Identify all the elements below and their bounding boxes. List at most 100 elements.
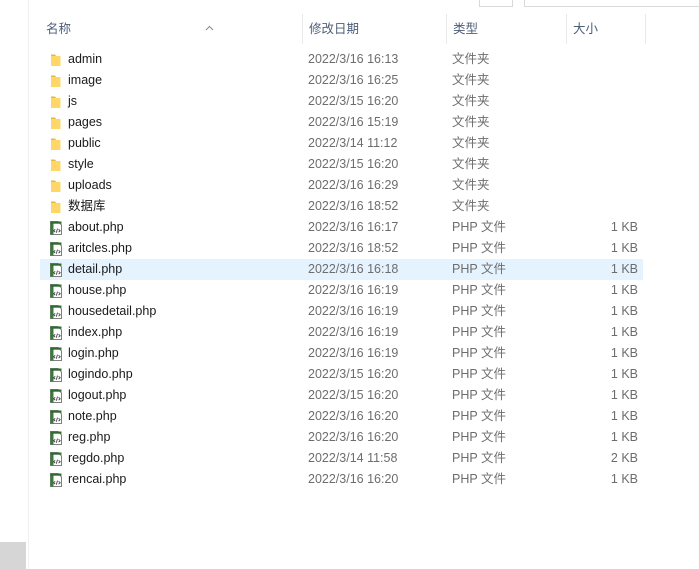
file-row[interactable]: public 2022/3/14 11:12 文件夹 [40, 133, 643, 154]
file-name: image [68, 73, 103, 87]
file-modified-date: 2022/3/16 16:19 [308, 325, 399, 339]
php-file-icon [48, 451, 64, 467]
file-row[interactable]: uploads 2022/3/16 16:29 文件夹 [40, 175, 643, 196]
file-size: 2 KB [610, 451, 638, 465]
folder-icon [48, 199, 64, 215]
file-modified-date: 2022/3/16 16:13 [308, 52, 399, 66]
file-row[interactable]: logindo.php 2022/3/15 16:20 PHP 文件 1 KB [40, 364, 643, 385]
folder-icon [48, 94, 64, 110]
file-row[interactable]: logout.php 2022/3/15 16:20 PHP 文件 1 KB [40, 385, 643, 406]
file-row[interactable]: rencai.php 2022/3/16 16:20 PHP 文件 1 KB [40, 469, 643, 490]
file-name: index.php [68, 325, 123, 339]
file-modified-date: 2022/3/16 15:19 [308, 115, 399, 129]
file-modified-date: 2022/3/16 16:19 [308, 304, 399, 318]
file-row[interactable]: image 2022/3/16 16:25 文件夹 [40, 70, 643, 91]
file-name: logout.php [68, 388, 127, 402]
file-modified-date: 2022/3/16 16:19 [308, 346, 399, 360]
file-type: 文件夹 [452, 52, 490, 66]
sort-up-icon [205, 25, 214, 31]
file-type: PHP 文件 [452, 325, 506, 339]
php-file-icon [48, 220, 64, 236]
file-size: 1 KB [610, 472, 638, 486]
file-modified-date: 2022/3/14 11:12 [308, 136, 398, 150]
file-row[interactable]: reg.php 2022/3/16 16:20 PHP 文件 1 KB [40, 427, 643, 448]
folder-icon [48, 178, 64, 194]
folder-icon [48, 157, 64, 173]
php-file-icon [48, 304, 64, 320]
file-size: 1 KB [610, 262, 638, 276]
file-row[interactable]: aritcles.php 2022/3/16 18:52 PHP 文件 1 KB [40, 238, 643, 259]
column-header-date[interactable]: 修改日期 [302, 14, 446, 44]
file-modified-date: 2022/3/16 16:20 [308, 472, 399, 486]
file-name: pages [68, 115, 103, 129]
file-name: aritcles.php [68, 241, 132, 255]
file-name: admin [68, 52, 103, 66]
file-row[interactable]: note.php 2022/3/16 16:20 PHP 文件 1 KB [40, 406, 643, 427]
file-modified-date: 2022/3/16 16:25 [308, 73, 399, 87]
file-type: PHP 文件 [452, 304, 506, 318]
file-name: reg.php [68, 430, 111, 444]
file-size: 1 KB [610, 304, 638, 318]
file-name: house.php [68, 283, 127, 297]
navigation-pane [0, 0, 29, 569]
file-name: js [68, 94, 78, 108]
column-header-date-label: 修改日期 [309, 22, 360, 36]
file-modified-date: 2022/3/16 18:52 [308, 241, 399, 255]
toolbar-button-partial[interactable] [479, 0, 513, 7]
file-row[interactable]: style 2022/3/15 16:20 文件夹 [40, 154, 643, 175]
file-size: 1 KB [610, 325, 638, 339]
file-name: logindo.php [68, 367, 133, 381]
file-modified-date: 2022/3/16 16:19 [308, 283, 399, 297]
file-size: 1 KB [610, 367, 638, 381]
file-row[interactable]: index.php 2022/3/16 16:19 PHP 文件 1 KB [40, 322, 643, 343]
column-header-name-label: 名称 [46, 22, 72, 36]
file-row[interactable]: pages 2022/3/16 15:19 文件夹 [40, 112, 643, 133]
file-row[interactable]: detail.php 2022/3/16 16:18 PHP 文件 1 KB [40, 259, 643, 280]
file-row[interactable]: js 2022/3/15 16:20 文件夹 [40, 91, 643, 112]
file-name: login.php [68, 346, 119, 360]
file-name: regdo.php [68, 451, 125, 465]
file-modified-date: 2022/3/16 16:18 [308, 262, 399, 276]
top-chrome [0, 0, 699, 8]
file-row[interactable]: house.php 2022/3/16 16:19 PHP 文件 1 KB [40, 280, 643, 301]
file-name: housedetail.php [68, 304, 157, 318]
file-size: 1 KB [610, 388, 638, 402]
file-modified-date: 2022/3/15 16:20 [308, 157, 399, 171]
folder-icon [48, 52, 64, 68]
file-name: style [68, 157, 94, 171]
file-row[interactable]: regdo.php 2022/3/14 11:58 PHP 文件 2 KB [40, 448, 643, 469]
file-size: 1 KB [610, 283, 638, 297]
search-box-partial[interactable] [524, 0, 699, 7]
php-file-icon [48, 367, 64, 383]
file-type: 文件夹 [452, 136, 490, 150]
php-file-icon [48, 472, 64, 488]
folder-icon [48, 136, 64, 152]
file-row[interactable]: admin 2022/3/16 16:13 文件夹 [40, 49, 643, 70]
file-type: PHP 文件 [452, 346, 506, 360]
file-type: PHP 文件 [452, 262, 506, 276]
file-modified-date: 2022/3/16 16:20 [308, 430, 399, 444]
file-row[interactable]: housedetail.php 2022/3/16 16:19 PHP 文件 1 KB [40, 301, 643, 322]
file-type: 文件夹 [452, 199, 490, 213]
file-row[interactable]: 数据库 2022/3/16 18:52 文件夹 [40, 196, 643, 217]
file-modified-date: 2022/3/16 18:52 [308, 199, 399, 213]
column-header-type[interactable]: 类型 [446, 14, 566, 44]
file-row[interactable]: about.php 2022/3/16 16:17 PHP 文件 1 KB [40, 217, 643, 238]
column-header-name[interactable]: 名称 [40, 14, 302, 44]
navigation-pane-scrollbar[interactable] [0, 542, 26, 569]
file-type: PHP 文件 [452, 220, 506, 234]
file-name: 数据库 [68, 199, 106, 213]
column-header-size[interactable]: 大小 [566, 14, 646, 44]
file-modified-date: 2022/3/16 16:29 [308, 178, 399, 192]
file-type: 文件夹 [452, 94, 490, 108]
file-row[interactable]: login.php 2022/3/16 16:19 PHP 文件 1 KB [40, 343, 643, 364]
file-size: 1 KB [610, 430, 638, 444]
file-type: PHP 文件 [452, 388, 506, 402]
column-header-row: 名称 修改日期 类型 大小 [40, 14, 660, 44]
file-type: PHP 文件 [452, 241, 506, 255]
column-header-size-label: 大小 [573, 22, 599, 36]
php-file-icon [48, 262, 64, 278]
file-type: PHP 文件 [452, 283, 506, 297]
file-size: 1 KB [610, 346, 638, 360]
php-file-icon [48, 283, 64, 299]
